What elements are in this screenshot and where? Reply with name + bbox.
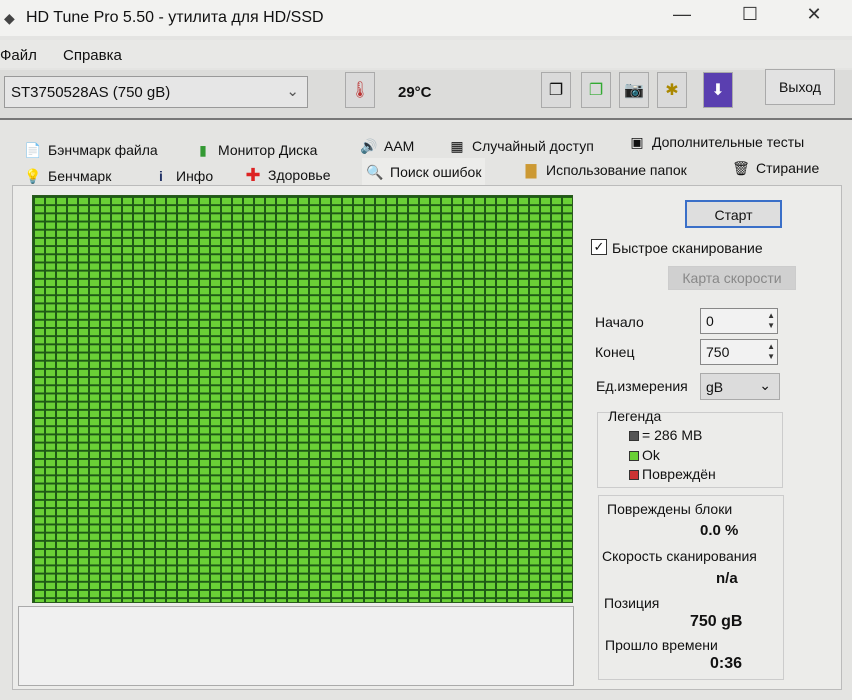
red-square-icon xyxy=(629,470,639,480)
file-benchmark-icon: 📄 xyxy=(24,141,42,158)
tab-label: Дополнительные тесты xyxy=(652,134,805,150)
scatter-icon: ▦ xyxy=(450,137,464,154)
tab-label: Бенчмарк xyxy=(48,168,112,184)
spinner-arrows-icon[interactable]: ▲ ▼ xyxy=(767,342,775,362)
end-value: 750 xyxy=(706,344,730,360)
damaged-blocks-value: 0.0 % xyxy=(700,522,739,539)
tab-file-benchmark[interactable]: 📄 Бэнчмарк файла xyxy=(20,138,162,162)
tab-label: Монитор Диска xyxy=(218,142,318,158)
scan-speed-label: Скорость сканирования xyxy=(602,548,757,564)
tab-random-access[interactable]: ▦ Случайный доступ xyxy=(444,134,598,158)
screenshot-button[interactable]: 📷 xyxy=(619,72,649,108)
thermometer-icon: 🌡 xyxy=(345,72,375,108)
drive-select[interactable]: ST3750528AS (750 gB) ⌄ xyxy=(4,76,308,108)
window-icon: ▣ xyxy=(630,133,644,150)
unit-value: gB xyxy=(706,379,724,395)
tab-disk-monitor[interactable]: ▮ Монитор Диска xyxy=(190,138,321,162)
speaker-icon: 🔊 xyxy=(360,137,378,154)
legend-ok: Ok xyxy=(629,447,660,463)
drive-label: ST3750528AS (750 gB) xyxy=(11,84,171,101)
menu-help[interactable]: Справка xyxy=(63,47,122,64)
unit-label: Ед.измерения xyxy=(596,378,688,394)
tab-label: Инфо xyxy=(176,168,214,184)
minimize-button[interactable]: — xyxy=(662,4,702,30)
legend-damaged-text: Повреждён xyxy=(642,466,716,482)
log-area xyxy=(18,606,574,686)
tab-label: Поиск ошибок xyxy=(390,164,482,180)
position-value: 750 gB xyxy=(690,613,743,630)
tab-label: Стирание xyxy=(756,160,820,176)
tab-health[interactable]: ✚ Здоровье xyxy=(240,163,335,187)
tab-erase[interactable]: 🗑 Стирание xyxy=(728,156,823,180)
legend-title: Легенда xyxy=(608,408,662,424)
start-value: 0 xyxy=(706,313,714,329)
save-button[interactable]: ⬇ xyxy=(703,72,733,108)
start-input[interactable]: 0 ▲ ▼ xyxy=(700,308,778,334)
position-label: Позиция xyxy=(604,595,660,611)
copy-green-icon: ❐ xyxy=(588,82,604,99)
start-button[interactable]: Старт xyxy=(685,200,782,228)
red-cross-icon: ✚ xyxy=(245,164,261,185)
copy-info-button[interactable]: ❐ xyxy=(541,72,571,108)
tab-extra-tests[interactable]: ▣ Дополнительные тесты xyxy=(624,130,808,154)
exit-button[interactable]: Выход xyxy=(765,69,835,105)
end-input[interactable]: 750 ▲ ▼ xyxy=(700,339,778,365)
tab-label: Здоровье xyxy=(268,167,331,183)
unit-select[interactable]: gB ⌄ xyxy=(700,373,780,400)
tab-folder-usage[interactable]: ▇ Использование папок xyxy=(518,158,691,182)
lightbulb-icon: 💡 xyxy=(24,167,42,184)
quick-scan-label: Быстрое сканирование xyxy=(612,240,763,256)
camera-icon: 📷 xyxy=(624,82,644,99)
speed-map-button[interactable]: Карта скорости xyxy=(668,266,796,290)
gray-square-icon xyxy=(629,431,639,441)
copy-icon: ❐ xyxy=(548,82,564,99)
window-title: HD Tune Pro 5.50 - утилита для HD/SSD xyxy=(26,9,324,26)
maximize-button[interactable]: ☐ xyxy=(730,4,770,30)
chevron-down-icon: ⌄ xyxy=(759,377,771,393)
tab-aam[interactable]: 🔊 AAM xyxy=(356,134,418,158)
trash-icon: 🗑 xyxy=(732,159,750,176)
app-icon: ◆ xyxy=(4,10,15,26)
copy-screen-button[interactable]: ❐ xyxy=(581,72,611,108)
tab-error-scan[interactable]: 🔍 Поиск ошибок xyxy=(362,158,486,186)
start-label: Начало xyxy=(595,314,644,330)
spinner-arrows-icon[interactable]: ▲ ▼ xyxy=(767,311,775,331)
tab-label: AAM xyxy=(384,138,415,154)
end-label: Конец xyxy=(595,344,635,360)
legend-damaged: Повреждён xyxy=(629,466,716,482)
green-square-icon xyxy=(629,451,639,461)
folder-icon: ▇ xyxy=(525,161,537,178)
gear-icon: ✱ xyxy=(665,82,679,99)
download-arrow-icon: ⬇ xyxy=(711,82,725,99)
chevron-down-icon: ⌄ xyxy=(286,83,299,100)
quick-scan-checkbox[interactable]: ✓ xyxy=(591,239,607,255)
temperature: 29°C xyxy=(398,84,432,101)
elapsed-label: Прошло времени xyxy=(605,637,718,653)
legend-ok-text: Ok xyxy=(642,447,660,463)
legend-block-text: = 286 MB xyxy=(642,427,703,443)
elapsed-value: 0:36 xyxy=(710,655,743,672)
magnifier-icon: 🔍 xyxy=(366,163,384,180)
info-icon: i xyxy=(159,168,163,184)
options-button[interactable]: ✱ xyxy=(657,72,687,108)
damaged-blocks-label: Повреждены блоки xyxy=(607,501,733,517)
legend-block-size: = 286 MB xyxy=(629,427,702,443)
tab-label: Бэнчмарк файла xyxy=(48,142,158,158)
menu-bar xyxy=(0,40,852,68)
tab-label: Случайный доступ xyxy=(472,138,594,154)
scan-speed-value: n/a xyxy=(716,570,738,587)
bar-chart-icon: ▮ xyxy=(199,141,207,158)
menu-file[interactable]: Файл xyxy=(0,47,37,64)
scan-block-map xyxy=(32,195,573,603)
close-button[interactable]: ✕ xyxy=(794,4,834,30)
tab-label: Использование папок xyxy=(546,162,687,178)
